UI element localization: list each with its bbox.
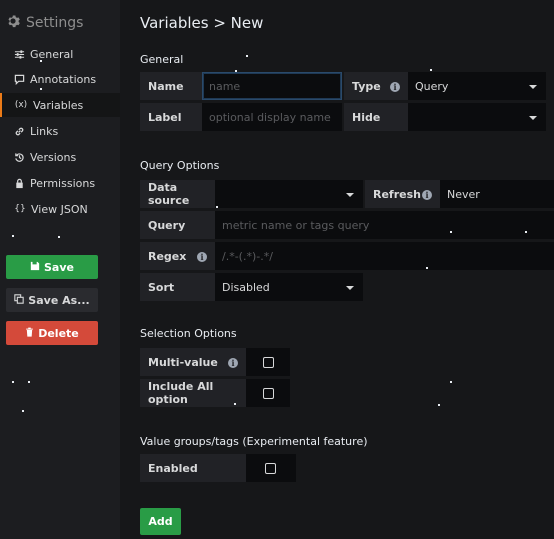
label-input[interactable]: optional display name xyxy=(202,103,342,131)
hide-label: Hide xyxy=(344,103,408,131)
link-icon xyxy=(14,126,25,137)
type-label: Type i xyxy=(344,72,408,100)
refresh-select[interactable]: Never xyxy=(440,180,554,208)
sidebar-item-versions[interactable]: Versions xyxy=(0,145,120,169)
include-all-checkbox[interactable] xyxy=(263,388,274,399)
include-all-label: Include All option xyxy=(140,379,246,407)
multi-value-checkbox[interactable] xyxy=(263,357,274,368)
enabled-label: Enabled xyxy=(140,454,246,482)
sort-label: Sort xyxy=(140,273,215,301)
type-label-text: Type xyxy=(352,79,381,93)
add-button[interactable]: Add xyxy=(140,508,181,535)
refresh-label: Refresh i xyxy=(365,180,440,208)
settings-sidebar: Settings General Annotations (x) Variabl… xyxy=(0,0,120,539)
name-placeholder: name xyxy=(209,79,241,93)
sidebar-item-permissions[interactable]: Permissions xyxy=(0,171,120,195)
comment-icon xyxy=(14,74,25,85)
save-icon xyxy=(30,261,40,274)
chevron-down-icon xyxy=(346,193,354,197)
label-label: Label xyxy=(140,103,202,131)
save-as-button-label: Save As... xyxy=(28,293,90,307)
settings-title-label: Settings xyxy=(26,15,84,31)
type-select-value: Query xyxy=(415,79,449,93)
label-placeholder: optional display name xyxy=(209,110,331,124)
hide-select[interactable] xyxy=(408,103,546,131)
multi-value-toggle[interactable] xyxy=(246,348,290,376)
section-heading-selection-options: Selection Options xyxy=(140,327,237,340)
section-heading-value-groups: Value groups/tags (Experimental feature) xyxy=(140,435,368,448)
regex-placeholder: /.*-(.*)-.*/ xyxy=(222,249,273,263)
save-button-label: Save xyxy=(44,260,74,274)
chevron-down-icon xyxy=(529,116,537,120)
sidebar-item-annotations[interactable]: Annotations xyxy=(0,67,120,91)
enabled-checkbox[interactable] xyxy=(265,463,276,474)
gear-icon xyxy=(6,14,20,32)
query-input[interactable]: metric name or tags query xyxy=(215,211,554,239)
datasource-label: Data source xyxy=(140,180,215,208)
section-heading-general: General xyxy=(140,53,184,66)
info-icon: i xyxy=(228,356,238,369)
chevron-down-icon xyxy=(346,286,354,290)
sidebar-item-label: Versions xyxy=(30,150,77,164)
save-button[interactable]: Save xyxy=(6,255,98,279)
name-input[interactable]: name xyxy=(202,72,342,100)
save-as-button[interactable]: Save As... xyxy=(6,288,98,312)
type-select[interactable]: Query xyxy=(408,72,546,100)
variable-editor: Variables > New General Name name Type i… xyxy=(120,0,554,539)
multi-value-label: Multi-value i xyxy=(140,348,246,376)
name-label: Name xyxy=(140,72,202,100)
sidebar-item-links[interactable]: Links xyxy=(0,119,120,143)
trash-icon xyxy=(25,327,34,340)
sort-select-value: Disabled xyxy=(222,280,270,294)
query-placeholder: metric name or tags query xyxy=(222,218,370,232)
sidebar-item-variables[interactable]: (x) Variables xyxy=(0,93,120,117)
sidebar-item-label: Variables xyxy=(33,98,84,112)
info-icon: i xyxy=(390,80,400,93)
lock-icon xyxy=(14,178,25,189)
refresh-select-value: Never xyxy=(447,187,480,201)
regex-input[interactable]: /.*-(.*)-.*/ xyxy=(215,242,554,270)
sliders-icon xyxy=(14,49,25,60)
sidebar-item-label: View JSON xyxy=(31,202,88,216)
sidebar-item-label: Annotations xyxy=(30,72,97,86)
code-icon: {} xyxy=(14,204,26,214)
variable-icon: (x) xyxy=(14,100,28,110)
info-icon: i xyxy=(197,250,207,263)
sidebar-item-label: Links xyxy=(30,124,59,138)
copy-icon xyxy=(14,293,25,307)
sort-select[interactable]: Disabled xyxy=(215,273,363,301)
sidebar-item-view-json[interactable]: {} View JSON xyxy=(0,197,120,221)
delete-button[interactable]: Delete xyxy=(6,321,98,345)
regex-label: Regex i xyxy=(140,242,215,270)
section-heading-query-options: Query Options xyxy=(140,159,220,172)
info-icon: i xyxy=(422,188,432,201)
sidebar-item-general[interactable]: General xyxy=(0,42,120,66)
enabled-toggle[interactable] xyxy=(246,454,296,482)
query-label: Query xyxy=(140,211,215,239)
datasource-select[interactable] xyxy=(215,180,363,208)
sidebar-item-label: General xyxy=(30,47,74,61)
sidebar-item-label: Permissions xyxy=(30,176,96,190)
settings-title: Settings xyxy=(6,13,83,33)
regex-label-text: Regex xyxy=(148,249,187,263)
chevron-down-icon xyxy=(529,85,537,89)
multi-value-label-text: Multi-value xyxy=(148,355,218,369)
refresh-label-text: Refresh xyxy=(373,187,421,201)
include-all-toggle[interactable] xyxy=(246,379,290,407)
history-icon xyxy=(14,152,25,163)
page-title: Variables > New xyxy=(140,14,264,32)
delete-button-label: Delete xyxy=(38,326,79,340)
